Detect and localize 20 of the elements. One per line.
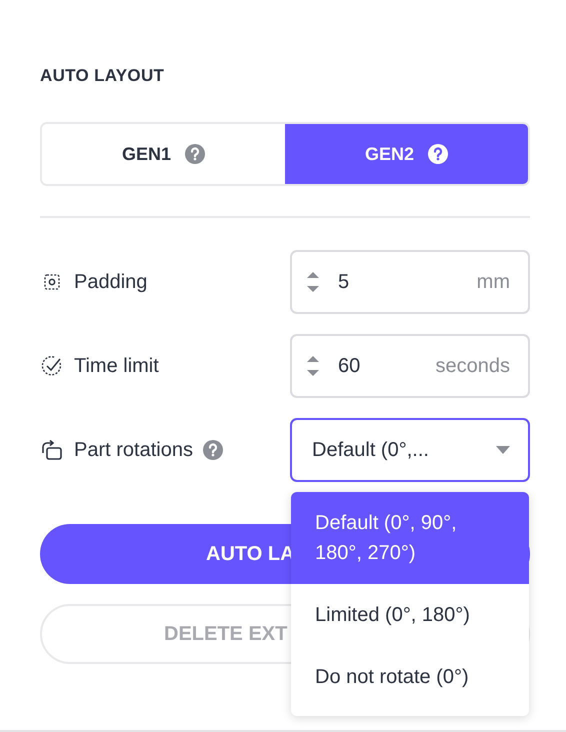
dropdown-option[interactable]: Limited (0°, 180°) [291, 584, 529, 646]
rotate-icon [41, 439, 63, 461]
dropdown-option[interactable]: Default (0°, 90°, 180°, 270°) [291, 492, 529, 584]
clock-check-icon [41, 355, 63, 377]
stepper-arrows-icon[interactable] [306, 354, 320, 378]
number-field[interactable]: 5 mm [290, 250, 530, 314]
stepper-arrows-icon[interactable] [306, 270, 320, 294]
section-title: AUTO LAYOUT [40, 66, 164, 86]
dropdown[interactable]: Default (0°,... [290, 418, 530, 482]
setting-label: Padding [74, 270, 148, 294]
dropdown-option[interactable]: Do not rotate (0°) [291, 646, 529, 708]
setting-label: Part rotations [74, 438, 193, 462]
tab[interactable]: GEN2 [285, 124, 528, 184]
setting-label: Time limit [74, 354, 159, 378]
number-field[interactable]: 60 seconds [290, 334, 530, 398]
help-icon[interactable] [428, 144, 448, 164]
caret-icon [496, 446, 510, 454]
padding-icon [43, 273, 61, 291]
help-icon[interactable] [202, 440, 223, 460]
help-icon[interactable] [185, 144, 206, 164]
